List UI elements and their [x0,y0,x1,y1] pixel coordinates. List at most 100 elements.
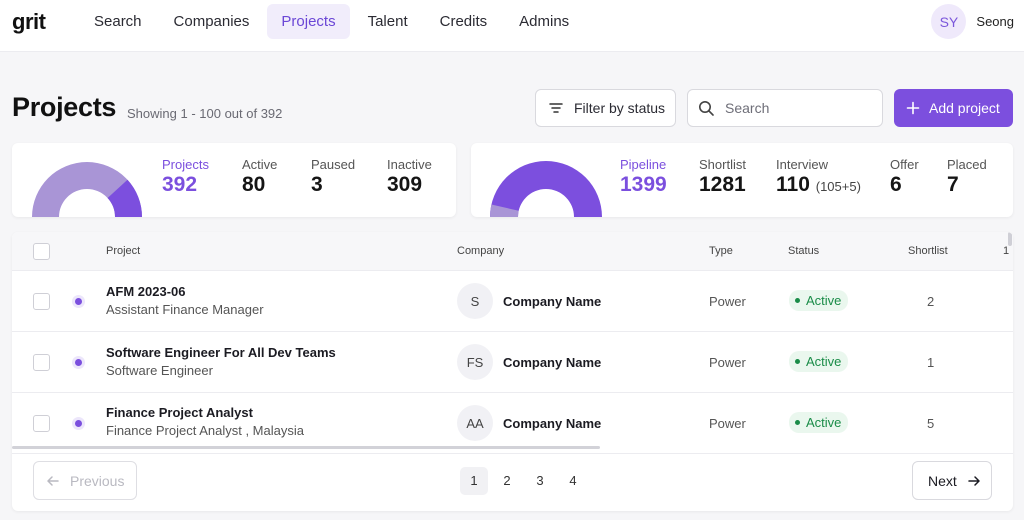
stat-interview-value: 110 (105+5) [776,173,861,197]
add-project-button[interactable]: Add project [894,89,1013,127]
search-box[interactable] [687,89,883,127]
table-row[interactable]: Software Engineer For All Dev Teams Soft… [12,332,1013,393]
arrow-right-icon [968,475,980,486]
grit-logo[interactable]: grit [12,9,46,35]
main-nav: Search Companies Projects Talent Credits… [80,4,583,39]
status-label: Active [806,415,842,430]
project-stats-card: Projects 392 Active 80 Paused 3 Inactive… [12,143,456,217]
stat-offer-label: Offer [890,157,919,172]
stat-interview-number: 110 [776,173,810,196]
user-menu[interactable]: SY Seong [931,4,1014,39]
filter-button-label: Filter by status [574,100,666,116]
filter-by-status-button[interactable]: Filter by status [535,89,676,127]
column-header-project[interactable]: Project [106,245,140,257]
company-name[interactable]: Company Name [503,416,601,431]
company-avatar: S [457,283,493,319]
stat-active-label: Active [242,157,278,172]
stat-active-value: 80 [242,173,266,196]
horizontal-scrollbar[interactable] [12,446,600,449]
nav-item-companies[interactable]: Companies [160,4,264,39]
stat-placed-label: Placed [947,157,987,172]
project-title[interactable]: Software Engineer For All Dev Teams [106,345,336,360]
stat-placed-value: 7 [947,173,959,196]
stat-pipeline: Pipeline 1399 [620,157,667,197]
results-count: Showing 1 - 100 out of 392 [127,106,283,121]
user-name: Seong [976,14,1014,29]
pipeline-donut-chart [490,161,602,217]
nav-item-projects[interactable]: Projects [267,4,350,39]
table-row[interactable]: Finance Project Analyst Finance Project … [12,393,1013,454]
nav-item-search[interactable]: Search [80,4,156,39]
projects-donut-chart [32,162,142,217]
column-header-shortlist[interactable]: Shortlist [908,245,948,257]
company-avatar: FS [457,344,493,380]
nav-item-credits[interactable]: Credits [426,4,502,39]
project-subtitle: Finance Project Analyst , Malaysia [106,423,304,438]
project-title[interactable]: AFM 2023-06 [106,284,185,299]
stat-paused-value: 3 [311,173,323,196]
page-title: Projects [12,92,117,122]
project-title[interactable]: Finance Project Analyst [106,405,253,420]
column-header-type[interactable]: Type [709,245,733,257]
stat-pipeline-value: 1399 [620,173,667,196]
stat-projects: Projects 392 [162,157,209,197]
arrow-left-icon [47,475,59,486]
status-badge: Active [789,290,849,311]
stat-paused: Paused 3 [311,157,355,197]
previous-label: Previous [70,472,125,489]
stat-active: Active 80 [242,157,277,197]
status-label: Active [806,293,842,308]
project-subtitle: Software Engineer [106,363,213,378]
column-header-company[interactable]: Company [457,245,504,257]
stat-interview-label: Interview [776,157,829,172]
company-name[interactable]: Company Name [503,294,601,309]
row-status-dot [75,359,82,366]
vertical-scrollbar[interactable] [1008,232,1012,246]
pagination-pages: 1 2 3 4 [460,467,587,495]
nav-item-admins[interactable]: Admins [505,4,583,39]
stat-placed: Placed 7 [947,157,987,197]
stat-projects-value: 392 [162,173,198,196]
project-subtitle: Assistant Finance Manager [106,302,264,317]
select-all-checkbox[interactable] [33,243,50,260]
pipeline-stats-card: Pipeline 1399 Shortlist 1281 Interview 1… [471,143,1013,217]
add-project-label: Add project [929,100,1000,116]
column-header-status[interactable]: Status [788,245,819,257]
shortlist-count: 1 [927,355,935,370]
page-3-button[interactable]: 3 [526,467,554,495]
stat-shortlist-label: Shortlist [699,157,746,172]
shortlist-count: 5 [927,416,935,431]
stat-offer-value: 6 [890,173,902,196]
column-header-truncated[interactable]: 1 [1003,245,1009,257]
projects-table-card: Project Company Type Status Shortlist 1 … [12,232,1013,511]
search-input[interactable] [725,100,865,116]
page-2-button[interactable]: 2 [493,467,521,495]
top-navigation-bar: grit Search Companies Projects Talent Cr… [0,0,1024,52]
filter-icon [549,103,563,113]
status-label: Active [806,354,842,369]
page-1-button[interactable]: 1 [460,467,488,495]
next-label: Next [928,472,957,489]
previous-page-button[interactable]: Previous [33,461,137,500]
project-type: Power [709,416,746,431]
table-row[interactable]: AFM 2023-06 Assistant Finance Manager S … [12,271,1013,332]
status-dot-icon [795,420,800,425]
nav-item-talent[interactable]: Talent [354,4,422,39]
row-status-dot [75,298,82,305]
page-4-button[interactable]: 4 [559,467,587,495]
company-name[interactable]: Company Name [503,355,601,370]
stat-paused-label: Paused [311,157,356,172]
stat-offer: Offer 6 [890,157,919,197]
row-checkbox[interactable] [33,354,50,371]
status-badge: Active [789,412,849,433]
shortlist-count: 2 [927,294,935,309]
row-status-dot [75,420,82,427]
stat-projects-label: Projects [162,157,209,172]
next-page-button[interactable]: Next [912,461,992,500]
row-checkbox[interactable] [33,293,50,310]
row-checkbox[interactable] [33,415,50,432]
user-avatar[interactable]: SY [931,4,967,39]
status-dot-icon [795,359,800,364]
stat-inactive-label: Inactive [387,157,432,172]
project-type: Power [709,355,746,370]
